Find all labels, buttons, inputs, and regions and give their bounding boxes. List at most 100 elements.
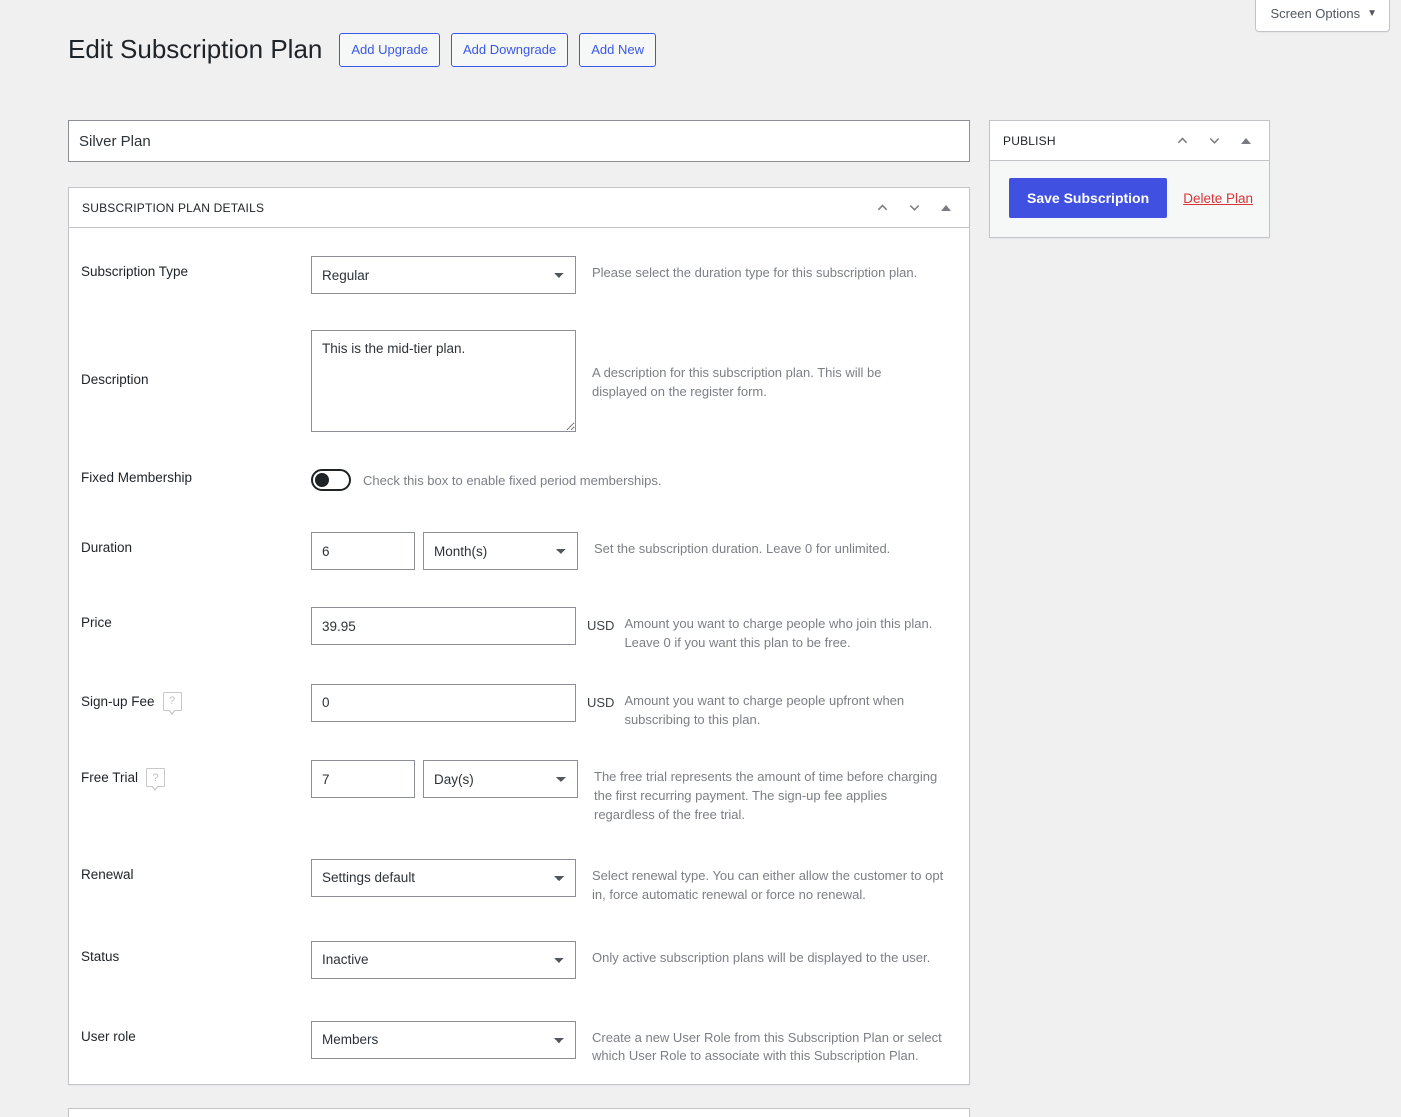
delete-plan-link[interactable]: Delete Plan <box>1183 191 1253 206</box>
description-control: This is the mid-tier plan. <box>311 330 576 432</box>
fixed-membership-description: Check this box to enable fixed period me… <box>363 473 662 488</box>
field-row-subscription-type: Subscription Type Regular Please select … <box>69 256 969 300</box>
user-role-label-wrap: User role <box>81 1021 311 1044</box>
free-trial-label: Free Trial <box>81 770 139 786</box>
price-control: USD <box>311 607 614 645</box>
page-title: Edit Subscription Plan <box>68 34 323 65</box>
renewal-label-wrap: Renewal <box>81 859 311 882</box>
user-role-label: User role <box>81 1028 136 1044</box>
panel-body: Subscription Type Regular Please select … <box>69 228 969 1084</box>
add-downgrade-button[interactable]: Add Downgrade <box>451 33 569 67</box>
toggle-knob <box>315 473 329 487</box>
publish-box: Publish Save Subscription Delete Plan <box>989 120 1270 238</box>
panel-header: Subscription Plan Details <box>69 188 969 228</box>
publish-header: Publish <box>990 121 1269 161</box>
status-description: Only active subscription plans will be d… <box>592 949 931 965</box>
price-description: Amount you want to charge people who joi… <box>624 616 933 650</box>
subscription-type-control: Regular <box>311 256 576 294</box>
renewal-control: Settings default <box>311 858 576 897</box>
price-label-wrap: Price <box>81 607 311 630</box>
sidebar-column: Publish Save Subscription Delete Plan <box>989 120 1270 238</box>
fixed-membership-toggle[interactable] <box>311 469 351 491</box>
status-select[interactable]: Inactive <box>311 940 576 979</box>
subscription-plan-details-panel: Subscription Plan Details <box>68 187 970 1086</box>
duration-label: Duration <box>81 540 133 555</box>
free-trial-input[interactable] <box>311 760 415 799</box>
fixed-membership-control: Check this box to enable fixed period me… <box>311 462 661 491</box>
field-row-duration: Duration Month(s) Set the subscription d… <box>69 532 969 576</box>
help-glyph: ? <box>168 695 176 708</box>
description-label-wrap: Description <box>81 330 311 387</box>
admin-page: Screen Options ▼ Edit Subscription Plan … <box>0 0 1401 1117</box>
add-new-button[interactable]: Add New <box>579 33 656 67</box>
field-row-free-trial: Free Trial ? Day(s) The free trial repre… <box>69 760 969 825</box>
field-row-user-role: User role Members Create a new User Role… <box>69 1020 969 1067</box>
fixed-membership-label: Fixed Membership <box>81 470 193 485</box>
price-currency-label: USD <box>587 618 615 633</box>
move-up-icon[interactable] <box>871 197 893 219</box>
panel-handle-actions <box>871 197 957 219</box>
free-trial-unit-select[interactable]: Day(s) <box>423 760 578 799</box>
help-bubble-icon[interactable]: ? <box>146 768 166 792</box>
save-subscription-button[interactable]: Save Subscription <box>1009 178 1168 218</box>
renewal-description: Select renewal type. You can either allo… <box>592 867 944 902</box>
panel-header: Product Discounts <box>69 1109 969 1117</box>
publish-title: Publish <box>1003 133 1056 148</box>
field-row-fixed-membership: Fixed Membership Check this box to enabl… <box>69 462 969 506</box>
help-bubble-icon[interactable]: ? <box>162 691 182 715</box>
field-row-signup-fee: Sign-up Fee ? USD Amount you want to cha… <box>69 683 969 730</box>
duration-input[interactable] <box>311 532 415 570</box>
duration-description: Set the subscription duration. Leave 0 f… <box>594 541 891 556</box>
product-discounts-panel: Product Discounts <box>68 1108 970 1117</box>
signup-fee-label-wrap: Sign-up Fee ? <box>81 684 311 715</box>
field-row-description: Description This is the mid-tier plan. A… <box>69 330 969 432</box>
add-upgrade-button[interactable]: Add Upgrade <box>339 33 440 67</box>
fixed-membership-label-wrap: Fixed Membership <box>81 462 311 485</box>
subscription-type-label: Subscription Type <box>81 264 189 279</box>
user-role-description: Create a new User Role from this Subscri… <box>592 1029 942 1064</box>
description-help: A description for this subscription plan… <box>592 365 882 399</box>
help-glyph: ? <box>152 771 159 784</box>
publish-body: Save Subscription Delete Plan <box>990 161 1269 237</box>
description-textarea[interactable]: This is the mid-tier plan. <box>311 330 576 432</box>
duration-control: Month(s) <box>311 532 578 570</box>
status-control: Inactive <box>311 940 576 979</box>
panel-title: Subscription Plan Details <box>82 200 265 215</box>
subscription-type-label-wrap: Subscription Type <box>81 256 311 279</box>
signup-fee-label: Sign-up Fee <box>81 693 155 709</box>
status-label: Status <box>81 948 120 964</box>
field-row-status: Status Inactive Only active subscription… <box>69 940 969 985</box>
duration-label-wrap: Duration <box>81 532 311 555</box>
free-trial-control: Day(s) <box>311 760 578 799</box>
price-input[interactable] <box>311 607 576 645</box>
status-label-wrap: Status <box>81 941 311 964</box>
page-header: Edit Subscription Plan Add Upgrade Add D… <box>68 33 656 67</box>
signup-fee-description: Amount you want to charge people upfront… <box>624 692 905 727</box>
signup-fee-control: USD <box>311 683 615 722</box>
user-role-control: Members <box>311 1020 576 1059</box>
renewal-select[interactable]: Settings default <box>311 858 576 897</box>
duration-unit-select[interactable]: Month(s) <box>423 532 578 570</box>
description-label: Description <box>81 372 149 387</box>
screen-options-button[interactable]: Screen Options ▼ <box>1255 0 1390 33</box>
free-trial-description: The free trial represents the amount of … <box>594 769 938 823</box>
signup-fee-input[interactable] <box>311 683 576 722</box>
move-up-icon[interactable] <box>1171 130 1193 152</box>
field-row-renewal: Renewal Settings default Select renewal … <box>69 858 969 905</box>
field-row-price: Price USD Amount you want to charge peop… <box>69 607 969 653</box>
subscription-type-select[interactable]: Regular <box>311 256 576 294</box>
plan-title-input[interactable] <box>68 120 970 162</box>
publish-handle-actions <box>1171 130 1257 152</box>
subscription-type-description: Please select the duration type for this… <box>592 265 918 280</box>
main-column: Subscription Plan Details <box>68 120 970 1117</box>
toggle-panel-icon[interactable] <box>1235 130 1257 152</box>
move-down-icon[interactable] <box>903 197 925 219</box>
signup-fee-currency-label: USD <box>587 694 615 710</box>
free-trial-label-wrap: Free Trial ? <box>81 760 311 792</box>
move-down-icon[interactable] <box>1203 130 1225 152</box>
toggle-panel-icon[interactable] <box>935 197 957 219</box>
renewal-label: Renewal <box>81 866 134 882</box>
screen-options-label: Screen Options <box>1270 6 1361 21</box>
user-role-select[interactable]: Members <box>311 1020 576 1059</box>
price-label: Price <box>81 615 112 630</box>
